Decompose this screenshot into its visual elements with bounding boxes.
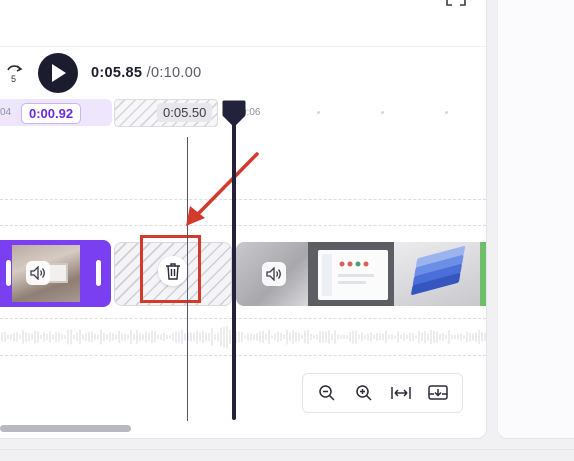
- fit-width-icon: [391, 387, 411, 399]
- zoom-in-button[interactable]: [352, 381, 376, 405]
- track-divider: [0, 318, 486, 319]
- fit-width-button[interactable]: [389, 381, 413, 405]
- timeline-settings-button[interactable]: [426, 381, 450, 405]
- bottom-strip: [0, 449, 574, 461]
- editor-panel: 5 0:05.85 /0:10.00 04 0:00.92 0:05.50 0:…: [0, 0, 487, 439]
- horizontal-scrollbar[interactable]: [0, 425, 131, 432]
- playhead-handle[interactable]: [222, 100, 246, 126]
- zoom-out-icon: [319, 385, 335, 401]
- zoom-toolbar: [302, 373, 463, 413]
- track-divider: [0, 355, 486, 356]
- zoom-in-icon: [356, 385, 372, 401]
- playhead[interactable]: [232, 112, 236, 420]
- audio-waveform: [1, 325, 486, 349]
- zoom-out-button[interactable]: [315, 381, 339, 405]
- side-panel: [497, 0, 574, 439]
- timeline-settings-icon: [427, 385, 448, 400]
- annotation-arrow: [186, 152, 259, 226]
